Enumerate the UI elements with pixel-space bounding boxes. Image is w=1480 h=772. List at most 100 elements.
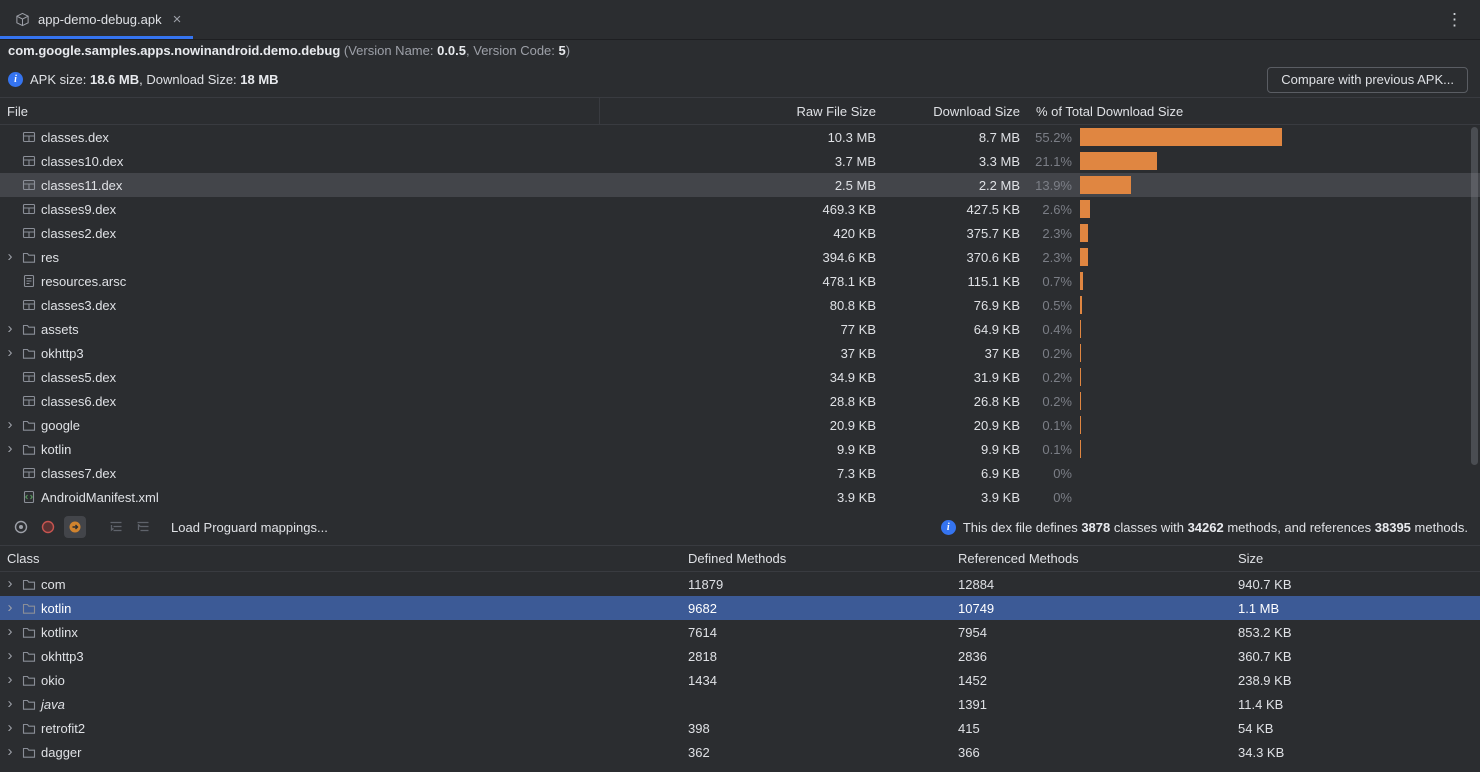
file-row[interactable]: ›res394.6 KB370.6 KB2.3% [0,245,1480,269]
column-header-file[interactable]: File [0,98,600,124]
percent-value-cell: 0% [1024,466,1076,481]
file-name-cell: classes7.dex [0,461,600,485]
file-row[interactable]: ›okhttp337 KB37 KB0.2% [0,341,1480,365]
column-header-defined-methods[interactable]: Defined Methods [680,551,950,566]
chevron-right-icon[interactable]: › [0,669,20,691]
file-name: assets [41,322,79,337]
size-cell: 54 KB [1230,721,1480,736]
download-percent-bar [1080,224,1088,242]
chevron-right-icon[interactable]: › [0,414,20,436]
column-header-percent[interactable]: % of Total Download Size [1024,104,1480,119]
file-row[interactable]: AndroidManifest.xml3.9 KB3.9 KB0% [0,485,1480,509]
class-row[interactable]: ›retrofit239841554 KB [0,716,1480,740]
download-size-cell: 427.5 KB [880,202,1024,217]
folder-icon [20,625,38,639]
size-cell: 238.9 KB [1230,673,1480,688]
class-row[interactable]: ›kotlinx76147954853.2 KB [0,620,1480,644]
file-name-cell: classes6.dex [0,389,600,413]
column-header-download-size[interactable]: Download Size [880,104,1024,119]
file-name: classes10.dex [41,154,123,169]
show-methods-icon[interactable] [37,516,59,538]
class-row[interactable]: ›okhttp328182836360.7 KB [0,644,1480,668]
chevron-right-icon[interactable]: › [0,573,20,595]
download-size-cell: 3.3 MB [880,154,1024,169]
download-size-cell: 20.9 KB [880,418,1024,433]
column-header-size[interactable]: Size [1230,551,1480,566]
class-row[interactable]: ›com1187912884940.7 KB [0,572,1480,596]
arsc-icon [20,274,38,288]
dex-icon [20,178,38,192]
file-row[interactable]: classes3.dex80.8 KB76.9 KB0.5% [0,293,1480,317]
download-size-cell: 76.9 KB [880,298,1024,313]
raw-file-size-cell: 77 KB [600,322,880,337]
manifest-icon [20,490,38,504]
chevron-right-icon[interactable]: › [0,741,20,763]
expand-all-icon[interactable] [105,516,127,538]
file-name-cell: classes9.dex [0,197,600,221]
vertical-scrollbar-thumb[interactable] [1471,127,1478,465]
show-referenced-nodes-icon[interactable] [64,516,86,538]
version-code-label: , Version Code: [466,43,559,58]
class-row[interactable]: ›dagger36236634.3 KB [0,740,1480,764]
raw-file-size-cell: 2.5 MB [600,178,880,193]
chevron-right-icon[interactable]: › [0,645,20,667]
size-cell: 11.4 KB [1230,697,1480,712]
chevron-right-icon[interactable]: › [0,342,20,364]
class-name-cell: ›retrofit2 [0,716,680,740]
tab-close-icon[interactable]: × [173,12,182,27]
file-row[interactable]: classes5.dex34.9 KB31.9 KB0.2% [0,365,1480,389]
info-icon: i [941,520,956,535]
file-row[interactable]: classes.dex10.3 MB8.7 MB55.2% [0,125,1480,149]
column-header-referenced-methods[interactable]: Referenced Methods [950,551,1230,566]
percent-value-cell: 0.4% [1024,322,1076,337]
file-row[interactable]: ›google20.9 KB20.9 KB0.1% [0,413,1480,437]
folder-icon [20,721,38,735]
dex-icon [20,202,38,216]
raw-file-size-cell: 37 KB [600,346,880,361]
file-name: resources.arsc [41,274,126,289]
compare-apk-button[interactable]: Compare with previous APK... [1267,67,1468,93]
tree-actions-group [105,516,154,538]
column-header-raw-size[interactable]: Raw File Size [600,104,880,119]
file-row[interactable]: resources.arsc478.1 KB115.1 KB0.7% [0,269,1480,293]
class-row[interactable]: ›java139111.4 KB [0,692,1480,716]
chevron-right-icon[interactable]: › [0,318,20,340]
percent-value-cell: 0.2% [1024,394,1076,409]
dex-icon [20,298,38,312]
file-row[interactable]: classes2.dex420 KB375.7 KB2.3% [0,221,1480,245]
size-cell: 853.2 KB [1230,625,1480,640]
class-row[interactable]: ›okio14341452238.9 KB [0,668,1480,692]
chevron-right-icon[interactable]: › [0,621,20,643]
file-row[interactable]: classes11.dex2.5 MB2.2 MB13.9% [0,173,1480,197]
folder-icon [20,649,38,663]
chevron-right-icon[interactable]: › [0,693,20,715]
class-name-cell: › okio [0,668,680,692]
file-name-cell: ›okhttp3 [0,341,600,365]
dex-info-text: i This dex file defines 3878 classes wit… [941,520,1470,535]
class-name-cell: ›kotlinx [0,620,680,644]
file-name: classes.dex [41,130,109,145]
class-name: okio [41,673,65,688]
more-options-icon[interactable]: ⋮ [1430,10,1480,30]
chevron-right-icon[interactable]: › [0,717,20,739]
file-row[interactable]: ›kotlin9.9 KB9.9 KB0.1% [0,437,1480,461]
chevron-right-icon[interactable]: › [0,246,20,268]
file-row[interactable]: classes6.dex28.8 KB26.8 KB0.2% [0,389,1480,413]
raw-file-size-cell: 9.9 KB [600,442,880,457]
show-fields-icon[interactable] [10,516,32,538]
file-name-cell: ›res [0,245,600,269]
tab-apk-analyzer[interactable]: app-demo-debug.apk × [0,0,193,39]
collapse-all-icon[interactable] [132,516,154,538]
file-row[interactable]: classes7.dex7.3 KB6.9 KB0% [0,461,1480,485]
class-row[interactable]: ›kotlin9682107491.1 MB [0,596,1480,620]
load-proguard-mappings-label[interactable]: Load Proguard mappings... [171,520,328,535]
chevron-right-icon[interactable]: › [0,438,20,460]
chevron-right-icon[interactable]: › [0,597,20,619]
file-row[interactable]: classes9.dex469.3 KB427.5 KB2.6% [0,197,1480,221]
file-row[interactable]: classes10.dex3.7 MB3.3 MB21.1% [0,149,1480,173]
column-header-class[interactable]: Class [0,551,680,566]
percent-bar-cell [1076,269,1480,293]
file-name-cell: classes11.dex [0,173,600,197]
class-name-cell: ›kotlin [0,596,680,620]
file-row[interactable]: ›assets77 KB64.9 KB0.4% [0,317,1480,341]
